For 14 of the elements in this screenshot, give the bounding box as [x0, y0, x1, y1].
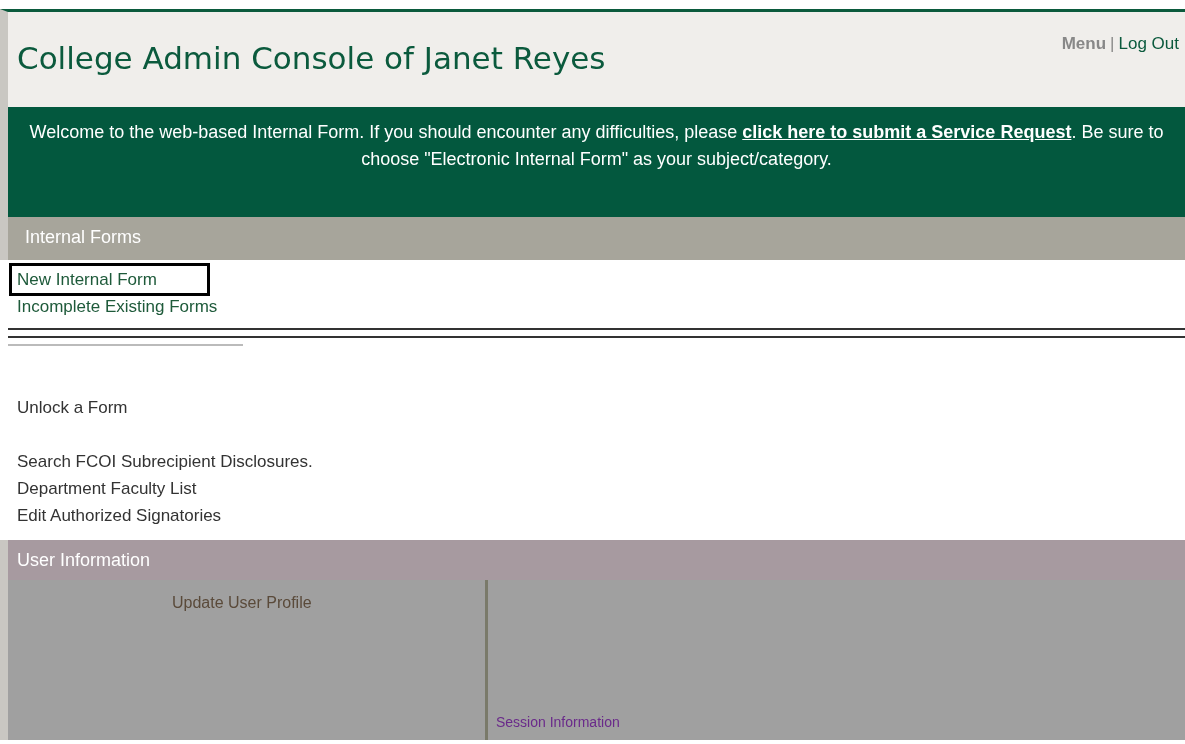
form-link[interactable]: Unlock a Form: [17, 396, 180, 419]
welcome-message: Welcome to the web-based Internal Form. If you should encounter any difficulties, please click here to submit a Service Request. Be sure to choose "Electronic Internal Form" as your subject/category.: [28, 121, 1165, 171]
page-title: College Admin Console of Janet Reyes: [17, 40, 606, 76]
service-request-link[interactable]: click here to submit a Service Request: [742, 122, 1072, 142]
log-out-link[interactable]: Log Out: [1118, 34, 1179, 53]
session-information-heading: Session Information: [496, 714, 620, 730]
separator-text: |: [1110, 34, 1115, 53]
section-title: Internal Forms: [25, 227, 143, 248]
form-link[interactable]: Edit Authorized Signatories: [17, 504, 274, 527]
section-title: User Information: [17, 550, 151, 570]
form-link[interactable]: New Internal Form: [9, 263, 210, 296]
form-link[interactable]: Department Faculty List: [17, 477, 249, 500]
form-link[interactable]: Incomplete Existing Forms: [17, 295, 270, 318]
form-link[interactable]: Search FCOI Subrecipient Disclosures.: [17, 450, 365, 473]
